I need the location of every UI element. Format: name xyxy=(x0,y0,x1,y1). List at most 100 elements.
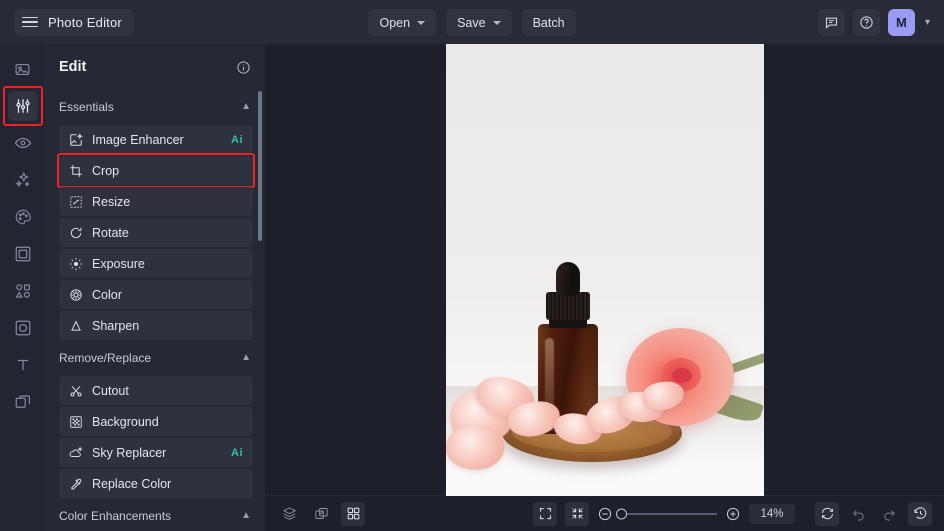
section-title: Color Enhancements xyxy=(59,509,171,523)
redo-button[interactable] xyxy=(877,502,901,526)
zoom-controls: 14% xyxy=(597,504,795,524)
rail-item-color[interactable] xyxy=(8,202,38,232)
menu-item-rotate[interactable]: Rotate xyxy=(59,218,253,247)
menu-item-cutout[interactable]: Cutout xyxy=(59,376,253,405)
page-title: Edit xyxy=(59,59,86,75)
rail-item-effects[interactable] xyxy=(8,165,38,195)
edit-panel: Edit Essentials ▲ xyxy=(45,45,265,531)
rail-item-image[interactable] xyxy=(8,54,38,84)
eyedropper-icon xyxy=(69,477,83,491)
tool-rail xyxy=(0,45,45,531)
fit-to-screen-button[interactable] xyxy=(533,502,557,526)
menu-remove-replace: Cutout Bac xyxy=(45,372,265,498)
sharpen-icon xyxy=(69,319,83,333)
section-title: Essentials xyxy=(59,100,114,114)
zoom-level-value[interactable]: 14% xyxy=(749,504,795,524)
rail-item-shapes[interactable] xyxy=(8,276,38,306)
menu-item-background[interactable]: Background xyxy=(59,407,253,436)
menu-item-label: Image Enhancer xyxy=(92,133,184,147)
menu-item-image-enhancer[interactable]: Image Enhancer Ai xyxy=(59,125,253,154)
rail-item-text[interactable] xyxy=(8,350,38,380)
actual-size-button[interactable] xyxy=(565,502,589,526)
edited-photo[interactable] xyxy=(446,44,764,496)
photo-editor-app: Photo Editor Open Save Batch xyxy=(0,0,944,531)
menu-item-label: Crop xyxy=(92,164,119,178)
sky-icon xyxy=(69,446,83,460)
chevron-down-icon xyxy=(493,21,501,25)
app-menu-button[interactable]: Photo Editor xyxy=(14,9,134,36)
chevron-up-icon[interactable]: ▲ xyxy=(241,353,251,363)
menu-item-label: Cutout xyxy=(92,384,129,398)
history-controls xyxy=(815,502,932,526)
menu-item-resize[interactable]: Resize xyxy=(59,187,253,216)
zoom-slider[interactable] xyxy=(621,513,717,515)
reset-button[interactable] xyxy=(815,502,839,526)
open-button-label: Open xyxy=(379,16,410,30)
scissors-icon xyxy=(69,384,83,398)
hamburger-icon xyxy=(22,17,38,28)
canvas-area: 14% xyxy=(265,45,944,531)
menu-item-label: Replace Color xyxy=(92,477,171,491)
menu-item-label: Exposure xyxy=(92,257,145,271)
rail-item-layers[interactable] xyxy=(8,387,38,417)
ai-badge: Ai xyxy=(231,134,243,146)
menu-item-label: Sky Replacer xyxy=(92,446,166,460)
menu-item-sky-replacer[interactable]: Sky Replacer Ai xyxy=(59,438,253,467)
grid-view-button[interactable] xyxy=(341,502,365,526)
bottom-bar: 14% xyxy=(265,495,944,531)
menu-item-color[interactable]: Color xyxy=(59,280,253,309)
open-button[interactable]: Open xyxy=(368,9,436,36)
layers-toggle-button[interactable] xyxy=(277,502,301,526)
app-title: Photo Editor xyxy=(48,15,122,30)
crop-icon xyxy=(69,164,83,178)
menu-essentials: Image Enhancer Ai Crop xyxy=(45,121,265,340)
batch-button[interactable]: Batch xyxy=(522,9,576,36)
section-header-remove-replace[interactable]: Remove/Replace ▲ xyxy=(45,344,265,372)
image-enhance-icon xyxy=(69,133,83,147)
rail-item-focus[interactable] xyxy=(8,313,38,343)
rail-item-retouch[interactable] xyxy=(8,128,38,158)
top-bar: Photo Editor Open Save Batch xyxy=(0,0,944,45)
zoom-slider-handle[interactable] xyxy=(616,508,627,519)
section-title: Remove/Replace xyxy=(59,351,151,365)
brightness-icon xyxy=(69,257,83,271)
compare-button[interactable] xyxy=(309,502,333,526)
top-right-actions: M ▾ xyxy=(818,9,932,36)
menu-item-label: Color xyxy=(92,288,122,302)
account-chevron-down-icon[interactable]: ▾ xyxy=(923,17,932,28)
menu-item-replace-color[interactable]: Replace Color xyxy=(59,469,253,498)
save-button-label: Save xyxy=(457,16,486,30)
message-icon[interactable] xyxy=(818,9,845,36)
save-button[interactable]: Save xyxy=(446,9,512,36)
color-wheel-icon xyxy=(69,288,83,302)
menu-item-label: Resize xyxy=(92,195,130,209)
history-button[interactable] xyxy=(908,502,932,526)
menu-item-label: Background xyxy=(92,415,159,429)
section-header-essentials[interactable]: Essentials ▲ xyxy=(45,93,265,121)
top-center-actions: Open Save Batch xyxy=(0,0,944,45)
chevron-up-icon[interactable]: ▲ xyxy=(241,102,251,112)
menu-item-sharpen[interactable]: Sharpen xyxy=(59,311,253,340)
info-icon[interactable] xyxy=(236,60,251,75)
zoom-in-icon[interactable] xyxy=(725,506,741,522)
menu-item-crop[interactable]: Crop xyxy=(59,156,253,185)
help-circle-icon[interactable] xyxy=(853,9,880,36)
image-canvas[interactable] xyxy=(265,45,944,495)
edit-panel-header: Edit xyxy=(45,45,265,89)
menu-item-label: Sharpen xyxy=(92,319,139,333)
panel-scrollbar[interactable] xyxy=(258,91,262,241)
batch-button-label: Batch xyxy=(533,16,565,30)
chevron-up-icon[interactable]: ▲ xyxy=(241,511,251,521)
resize-icon xyxy=(69,195,83,209)
app-body: Edit Essentials ▲ xyxy=(0,45,944,531)
menu-item-exposure[interactable]: Exposure xyxy=(59,249,253,278)
rotate-icon xyxy=(69,226,83,240)
zoom-out-icon[interactable] xyxy=(597,506,613,522)
rail-item-frames[interactable] xyxy=(8,239,38,269)
rail-item-adjust[interactable] xyxy=(8,91,38,121)
section-header-color-enhancements[interactable]: Color Enhancements ▲ xyxy=(45,502,265,530)
ai-badge: Ai xyxy=(231,447,243,459)
chevron-down-icon xyxy=(417,21,425,25)
undo-button[interactable] xyxy=(846,502,870,526)
avatar[interactable]: M xyxy=(888,9,915,36)
